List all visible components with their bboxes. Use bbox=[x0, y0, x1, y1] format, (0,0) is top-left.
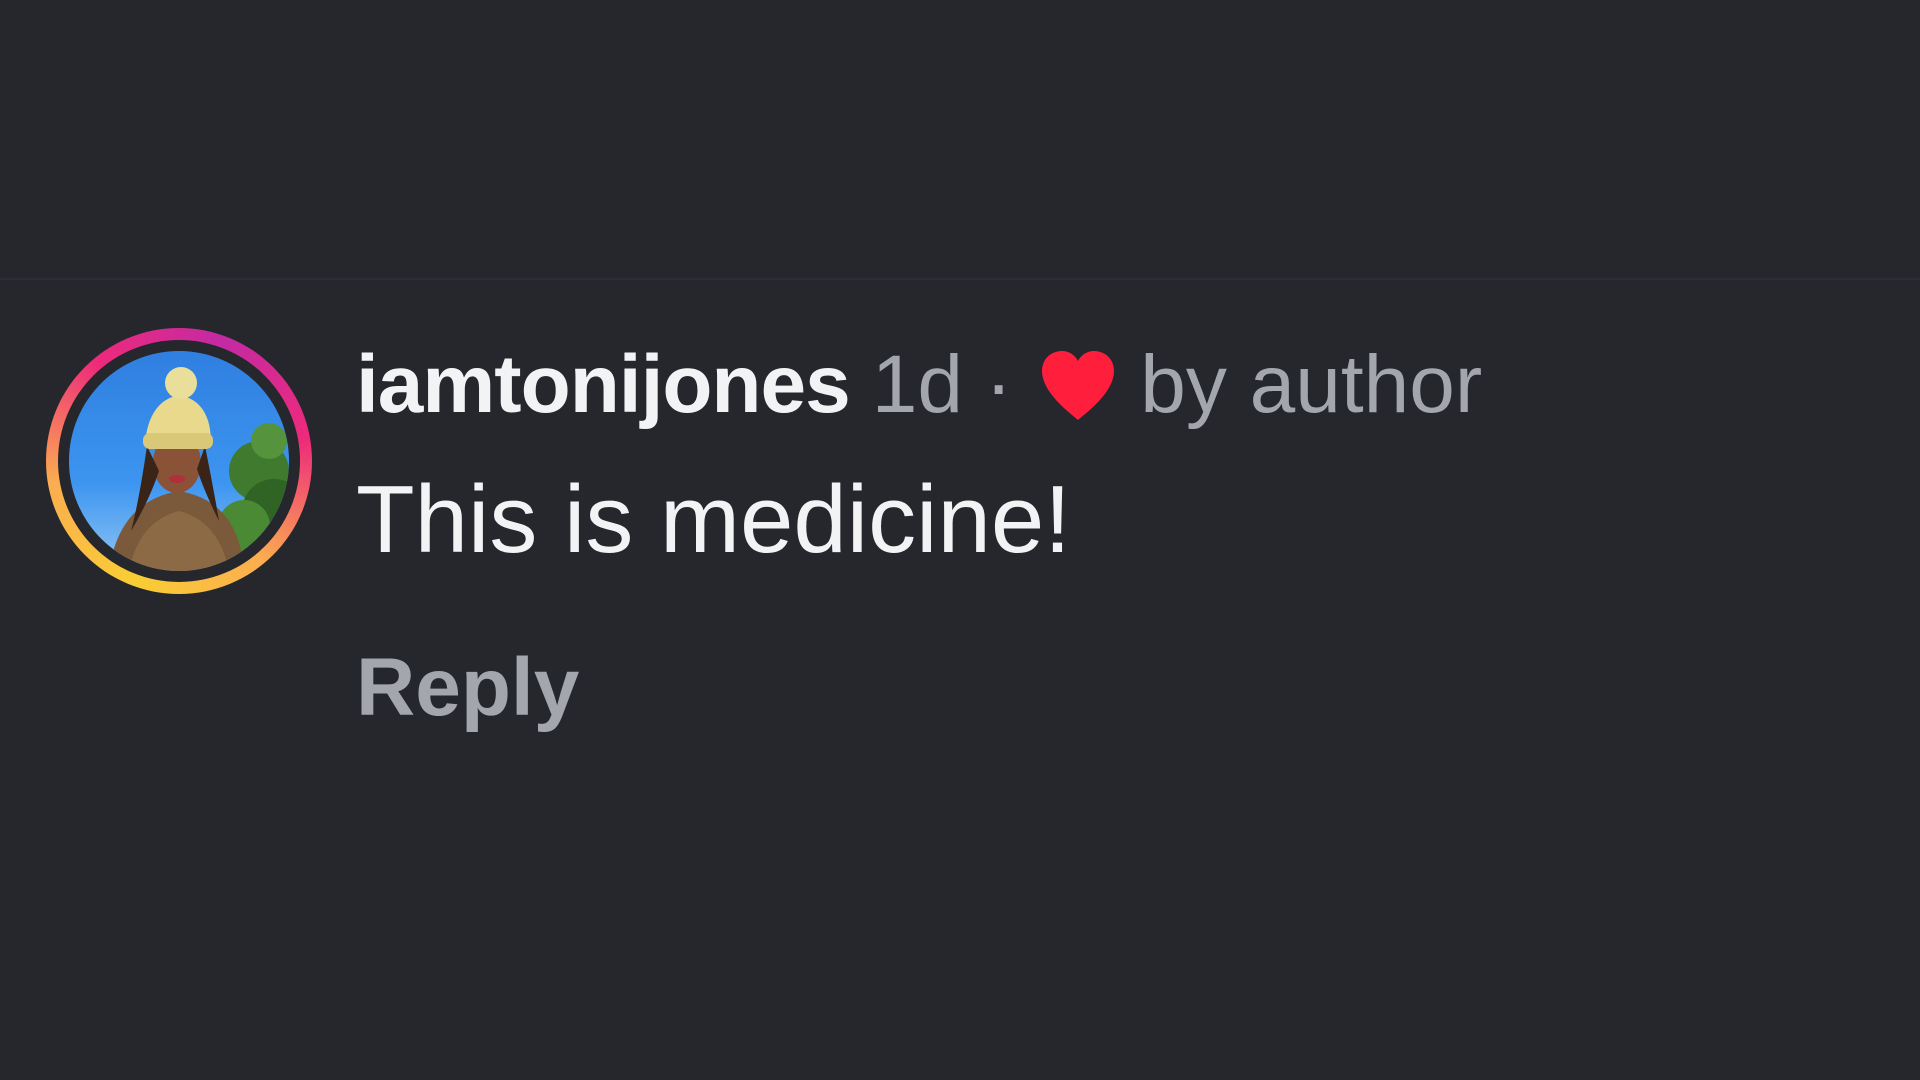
avatar-image bbox=[69, 351, 289, 571]
avatar-gap bbox=[58, 340, 300, 582]
reply-button[interactable]: Reply bbox=[356, 638, 579, 738]
username-link[interactable]: iamtonijones bbox=[356, 340, 851, 430]
comment-text: This is medicine! bbox=[356, 466, 1071, 573]
timestamp: 1d bbox=[871, 339, 963, 430]
comment-item: iamtonijones 1d · by author This is medi… bbox=[0, 280, 1920, 780]
separator-dot: · bbox=[984, 339, 1013, 430]
heart-icon bbox=[1038, 348, 1118, 422]
liked-by-author-label: by author bbox=[1140, 339, 1483, 430]
avatar[interactable] bbox=[69, 351, 289, 571]
comment-screen: iamtonijones 1d · by author This is medi… bbox=[0, 0, 1920, 1080]
avatar-story-ring[interactable] bbox=[46, 328, 312, 594]
comment-meta: iamtonijones 1d · by author bbox=[356, 340, 1482, 430]
